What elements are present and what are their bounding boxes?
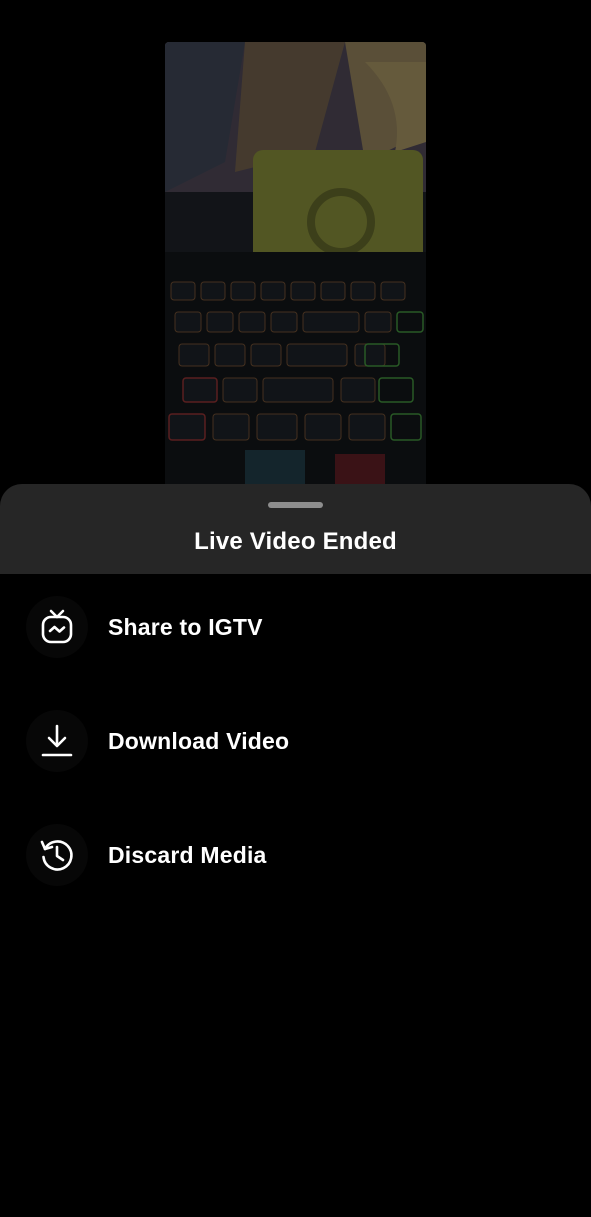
- share-to-igtv-option[interactable]: Share to IGTV: [0, 570, 591, 684]
- download-icon: [26, 710, 88, 772]
- download-video-option[interactable]: Download Video: [0, 684, 591, 798]
- options-list: Share to IGTV Download Video Discard Med…: [0, 570, 591, 912]
- live-video-preview: [165, 42, 426, 492]
- discard-media-label: Discard Media: [108, 841, 267, 868]
- history-icon: [26, 824, 88, 886]
- sheet-header: Live Video Ended: [0, 484, 591, 574]
- sheet-title: Live Video Ended: [194, 528, 397, 555]
- download-video-label: Download Video: [108, 727, 290, 754]
- sheet-drag-handle[interactable]: [268, 502, 323, 508]
- discard-media-option[interactable]: Discard Media: [0, 798, 591, 912]
- preview-dim-overlay: [165, 42, 426, 492]
- bottom-sheet: Live Video Ended Share to IGTV Download …: [0, 484, 591, 1217]
- share-to-igtv-label: Share to IGTV: [108, 613, 263, 640]
- igtv-icon: [26, 596, 88, 658]
